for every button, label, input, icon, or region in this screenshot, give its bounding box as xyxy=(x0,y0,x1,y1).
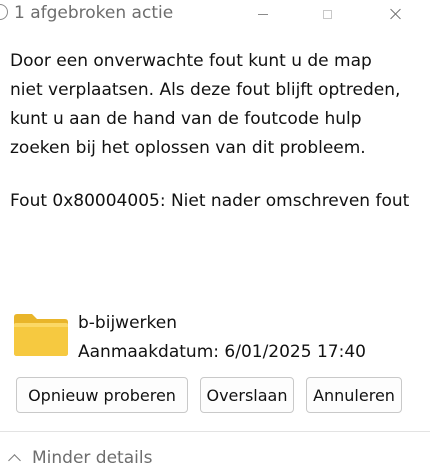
maximize-icon xyxy=(322,9,332,19)
error-dialog: 1 afgebroken actie Door een onverwachte … xyxy=(0,0,430,476)
error-code: Fout 0x80004005: Niet nader omschreven f… xyxy=(10,191,410,211)
item-created-date: Aanmaakdatum: 6/01/2025 17:40 xyxy=(78,342,366,362)
close-icon xyxy=(390,8,402,20)
minimize-button[interactable] xyxy=(240,0,286,28)
maximize-button xyxy=(304,0,350,28)
progress-ring-icon xyxy=(0,4,8,20)
skip-button[interactable]: Overslaan xyxy=(200,377,294,413)
less-details-toggle[interactable]: Minder details xyxy=(8,444,153,472)
cancel-button[interactable]: Annuleren xyxy=(306,377,402,413)
error-message: Door een onverwachte fout kunt u de map … xyxy=(10,51,401,158)
details-toggle-label: Minder details xyxy=(32,448,153,468)
title-bar[interactable]: 1 afgebroken actie xyxy=(0,0,430,32)
chevron-up-icon xyxy=(8,454,21,467)
retry-button[interactable]: Opnieuw proberen xyxy=(16,377,188,413)
dialog-title: 1 afgebroken actie xyxy=(14,3,174,23)
minimize-icon xyxy=(258,13,268,15)
divider xyxy=(0,431,430,432)
item-name: b-bijwerken xyxy=(78,313,177,333)
close-button[interactable] xyxy=(373,0,419,28)
folder-icon xyxy=(14,314,68,356)
